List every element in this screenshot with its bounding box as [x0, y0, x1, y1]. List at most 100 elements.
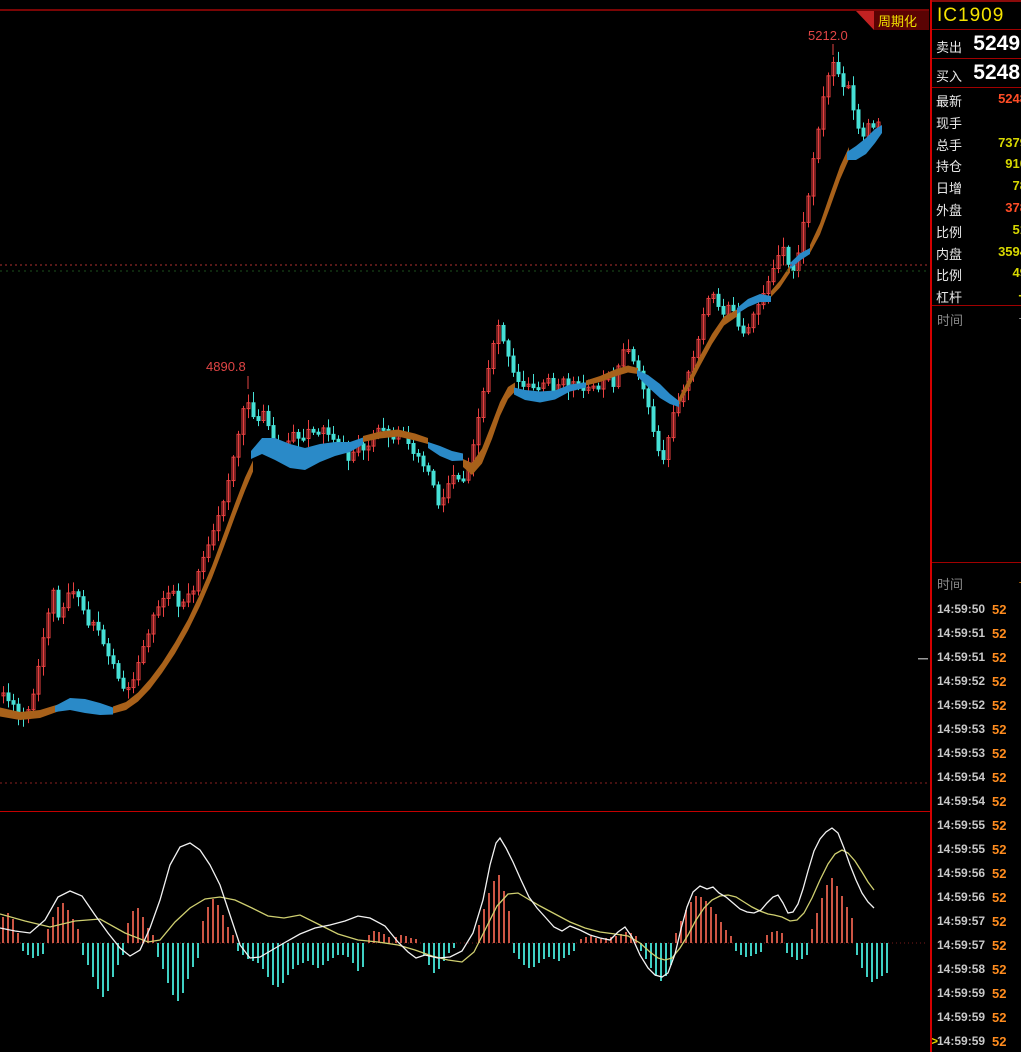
quote-row-1: 现手 [932, 110, 1021, 132]
symbol-row: IC1909 [932, 0, 1021, 30]
ask-label: 卖出 [936, 40, 963, 55]
tape-row-6: 14:59:53 52 [932, 742, 1021, 766]
tape-time: 14:59:59 [937, 1034, 986, 1048]
quote-detail-rows: 最新 5248 现手总手 7379 持仓 910 日增 78 外盘 378 比例 51 内盘 3594 比例… [932, 88, 1021, 306]
ask-row[interactable]: 卖出 5249 [932, 30, 1021, 59]
quote-row-value: 5248 [998, 91, 1021, 106]
quote-row-label: 比例 [936, 268, 963, 284]
oscillator-chart[interactable] [0, 812, 930, 1052]
quote-row-label: 日增 [936, 181, 963, 197]
tape-price: 52 [992, 746, 1007, 761]
tape-row-17: 14:59:59 52 [932, 1006, 1021, 1030]
tape-price: 52 [992, 1034, 1007, 1049]
quote-row-label: 内盘 [936, 246, 963, 262]
tape-section-header: 时间 - [932, 562, 1021, 599]
tape-row-0: 14:59:50 52 [932, 598, 1021, 622]
tape-row-8: 14:59:54 52 [932, 790, 1021, 814]
tape-row-14: 14:59:57 52 [932, 934, 1021, 958]
quote-row-label: 最新 [936, 94, 963, 109]
main-price-chart[interactable]: 5212.0 4890.8 周期化 [0, 0, 930, 812]
tape-price: 52 [992, 890, 1007, 905]
tape-price: 52 [992, 986, 1007, 1001]
tape-row-2: 14:59:51 52 [932, 646, 1021, 670]
tape-row-18: >14:59:59 52 [932, 1030, 1021, 1052]
quote-row-value: 910 [1005, 156, 1021, 172]
tape-row-11: 14:59:56 52 [932, 862, 1021, 886]
trading-terminal: 5212.0 4890.8 周期化 IC1909 卖出 5249 买入 5248 最… [0, 0, 1021, 1052]
quote-row-5: 外盘 378 [932, 197, 1021, 219]
tape-time: 14:59:56 [937, 866, 986, 880]
quote-row-label: 持仓 [936, 159, 963, 175]
tape-time: 14:59:52 [937, 698, 986, 712]
tape-price: 52 [992, 674, 1007, 689]
tape-price: 52 [992, 842, 1007, 857]
bid-label: 买入 [936, 69, 963, 84]
quote-row-value: 51 [1012, 221, 1021, 237]
quote-row-value: 3594 [998, 243, 1021, 259]
quote-row-value: 78 [1012, 178, 1021, 194]
quote-row-3: 持仓 910 [932, 153, 1021, 175]
time-header-label: 时间 [937, 313, 964, 328]
tape-price: 52 [992, 914, 1007, 929]
quote-row-label: 总手 [936, 137, 963, 153]
quote-row-4: 日增 78 [932, 175, 1021, 197]
quote-row-label: 比例 [936, 224, 963, 240]
tape-price: 52 [992, 650, 1007, 665]
quote-row-label: 现手 [936, 115, 963, 131]
quote-row-9: 杠杆-- [932, 284, 1021, 306]
bid-price: 5248 [973, 61, 1020, 84]
quote-panel: IC1909 卖出 5249 买入 5248 最新5248现手总手7379持仓9… [930, 0, 1021, 1052]
tape-time: 14:59:52 [937, 674, 986, 688]
tape-row-9: 14:59:55 52 [932, 814, 1021, 838]
quote-row-6: 比例 51 [932, 219, 1021, 241]
tape-row-10: 14:59:55 52 [932, 838, 1021, 862]
tape-price: 52 [992, 818, 1007, 833]
tape-time: 14:59:59 [937, 1010, 986, 1024]
price-label-1: 4890.8 [206, 359, 246, 374]
tape-price: 52 [992, 602, 1007, 617]
time-and-sales-list[interactable]: 14:59:50 52 14:59:51 52 14:59:51 52 14:59:52 52… [932, 598, 1021, 1052]
tape-row-16: 14:59:59 52 [932, 982, 1021, 1006]
tape-price: 52 [992, 770, 1007, 785]
quote-row-7: 内盘 3594 [932, 241, 1021, 263]
tape-time: 14:59:55 [937, 842, 986, 856]
chart-background [0, 0, 930, 812]
tape-time: 14:59:56 [937, 890, 986, 904]
tape-time: 14:59:50 [937, 602, 986, 616]
osc-background [0, 812, 930, 1052]
tape-row-4: 14:59:52 52 [932, 694, 1021, 718]
tape-time: 14:59:55 [937, 818, 986, 832]
tape-price: 52 [992, 938, 1007, 953]
tape-time: 14:59:57 [937, 914, 986, 928]
tape-row-5: 14:59:53 52 [932, 718, 1021, 742]
tape-row-1: 14:59:51 52 [932, 622, 1021, 646]
tape-time: 14:59:53 [937, 722, 986, 736]
tape-row-12: 14:59:56 52 [932, 886, 1021, 910]
quote-row-2: 总手 7379 [932, 132, 1021, 154]
scale-tick [918, 658, 928, 660]
quote-row-value: 378 [1005, 199, 1021, 215]
quote-row-8: 比例 49 [932, 262, 1021, 284]
ask-price: 5249 [973, 32, 1020, 55]
tape-time: 14:59:54 [937, 770, 986, 784]
tape-price: 52 [992, 794, 1007, 809]
cycle-banner-label[interactable]: 周期化 [878, 14, 917, 29]
bid-row[interactable]: 买入 5248 [932, 59, 1021, 88]
quote-row-value: 49 [1012, 265, 1021, 281]
tape-row-3: 14:59:52 52 [932, 670, 1021, 694]
tape-price: 52 [992, 962, 1007, 977]
quote-row-label: 杠杆 [936, 290, 963, 306]
tape-price: 52 [992, 1010, 1007, 1025]
price-label-0: 5212.0 [808, 28, 848, 43]
tape-row-13: 14:59:57 52 [932, 910, 1021, 934]
tape-row-7: 14:59:54 52 [932, 766, 1021, 790]
time-section-header: 时间 - [932, 306, 1021, 330]
tape-time: 14:59:57 [937, 938, 986, 952]
quote-row-0: 最新 5248 [932, 88, 1021, 110]
symbol-title: IC1909 [937, 5, 1005, 26]
quote-row-value: 7379 [998, 134, 1021, 150]
tape-price: 52 [992, 626, 1007, 641]
tape-price: 52 [992, 722, 1007, 737]
tape-time: 14:59:51 [937, 650, 986, 664]
tape-time: 14:59:53 [937, 746, 986, 760]
